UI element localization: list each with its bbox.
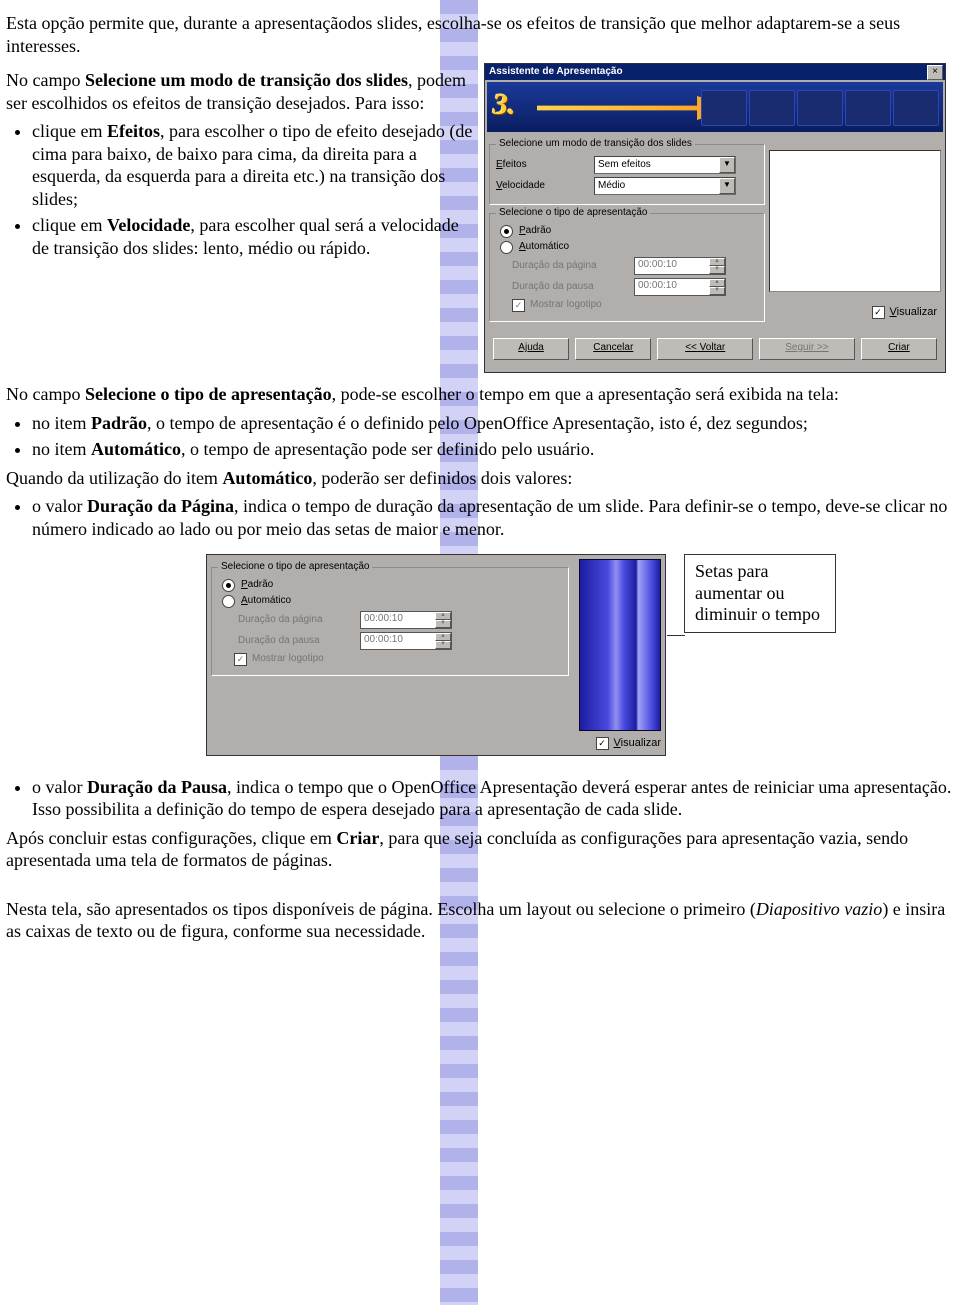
mostrar-logo-checkbox-2[interactable] — [234, 653, 247, 666]
velocidade-dropdown[interactable]: Médio ▼ — [594, 177, 736, 195]
preview-gradient-column — [579, 559, 661, 731]
group-transition-title: Selecione um modo de transição dos slide… — [496, 138, 695, 151]
radio-padrao[interactable] — [500, 225, 513, 238]
chevron-down-icon[interactable]: ▼ — [709, 287, 725, 295]
chevron-down-icon[interactable]: ▼ — [435, 641, 451, 649]
paragraph-intro: Esta opção permite que, durante a aprese… — [6, 12, 954, 57]
radio-padrao-label-2: Padrão — [241, 579, 273, 592]
group-type-title: Selecione o tipo de apresentação — [496, 207, 650, 220]
chevron-up-icon[interactable]: ▲ — [709, 279, 725, 287]
chevron-up-icon[interactable]: ▲ — [435, 612, 451, 620]
duracao-pagina-spinner[interactable]: 00:00:10 ▲ ▼ — [634, 257, 726, 275]
chevron-down-icon[interactable]: ▼ — [709, 266, 725, 274]
group-type-title-2: Selecione o tipo de apresentação — [218, 561, 372, 574]
visualizar-label: Visualizar — [890, 306, 938, 320]
visualizar-checkbox[interactable] — [872, 306, 885, 319]
mostrar-logo-label: Mostrar logotipo — [530, 299, 602, 312]
paragraph-criar: Após concluir estas configurações, cliqu… — [6, 827, 954, 872]
velocidade-label: Velocidade — [496, 180, 586, 193]
list-item-velocidade: clique em Velocidade, para escolher qual… — [32, 214, 474, 259]
duracao-pagina-spinner-2[interactable]: 00:00:10 ▲ ▼ — [360, 611, 452, 629]
wizard-step-number: 3. — [493, 86, 516, 124]
radio-automatico-label: Automático — [519, 241, 569, 254]
duracao-pausa-spinner-2[interactable]: 00:00:10 ▲ ▼ — [360, 632, 452, 650]
chevron-up-icon[interactable]: ▲ — [709, 258, 725, 266]
type-panel-screenshot: Selecione o tipo de apresentação Padrão … — [206, 554, 666, 756]
list-item-duracao-pausa: o valor Duração da Pausa, indica o tempo… — [32, 776, 954, 821]
paragraph-layouts: Nesta tela, são apresentados os tipos di… — [6, 898, 954, 943]
chevron-down-icon[interactable]: ▼ — [719, 178, 735, 194]
chevron-up-icon[interactable]: ▲ — [435, 633, 451, 641]
banner-thumbnails — [701, 90, 939, 126]
wizard-step3-screenshot: Assistente de Apresentação × 3. Selecion… — [484, 63, 946, 373]
callout-arrows-time: Setas para aumentar ou diminuir o tempo — [684, 554, 836, 633]
mostrar-logo-label-2: Mostrar logotipo — [252, 653, 324, 666]
duracao-pausa-spinner[interactable]: 00:00:10 ▲ ▼ — [634, 278, 726, 296]
voltar-button[interactable]: << Voltar — [657, 338, 753, 360]
criar-button[interactable]: Criar — [861, 338, 937, 360]
efeitos-dropdown[interactable]: Sem efeitos ▼ — [594, 156, 736, 174]
chevron-down-icon[interactable]: ▼ — [719, 157, 735, 173]
paragraph-select-type: No campo Selecione o tipo de apresentaçã… — [6, 383, 954, 406]
paragraph-automatico-values: Quando da utilização do item Automático,… — [6, 467, 954, 490]
radio-automatico-2[interactable] — [222, 595, 235, 608]
duracao-pausa-label-2: Duração da pausa — [238, 635, 350, 648]
list-item-automatico: no item Automático, o tempo de apresenta… — [32, 438, 954, 461]
visualizar-label-2: Visualizar — [614, 737, 662, 751]
efeitos-label: Efeitos — [496, 159, 586, 172]
duracao-pausa-label: Duração da pausa — [512, 281, 624, 294]
radio-automatico[interactable] — [500, 241, 513, 254]
list-item-padrao: no item Padrão, o tempo de apresentação … — [32, 412, 954, 435]
wizard-title: Assistente de Apresentação — [487, 66, 623, 79]
radio-padrao-label: Padrão — [519, 225, 551, 238]
cancelar-button[interactable]: Cancelar — [575, 338, 651, 360]
seguir-button: Seguir >> — [759, 338, 855, 360]
radio-padrao-2[interactable] — [222, 579, 235, 592]
mostrar-logo-checkbox[interactable] — [512, 299, 525, 312]
duracao-pagina-label: Duração da página — [512, 260, 624, 273]
chevron-down-icon[interactable]: ▼ — [435, 620, 451, 628]
paragraph-select-mode: No campo Selecione um modo de transição … — [6, 69, 474, 114]
close-icon[interactable]: × — [927, 65, 943, 80]
list-item-efeitos: clique em Efeitos, para escolher o tipo … — [32, 120, 474, 210]
ajuda-button[interactable]: Ajuda — [493, 338, 569, 360]
preview-pane — [769, 150, 941, 292]
visualizar-checkbox-2[interactable] — [596, 737, 609, 750]
list-item-duracao-pagina: o valor Duração da Página, indica o temp… — [32, 495, 954, 540]
duracao-pagina-label-2: Duração da página — [238, 614, 350, 627]
radio-automatico-label-2: Automático — [241, 595, 291, 608]
